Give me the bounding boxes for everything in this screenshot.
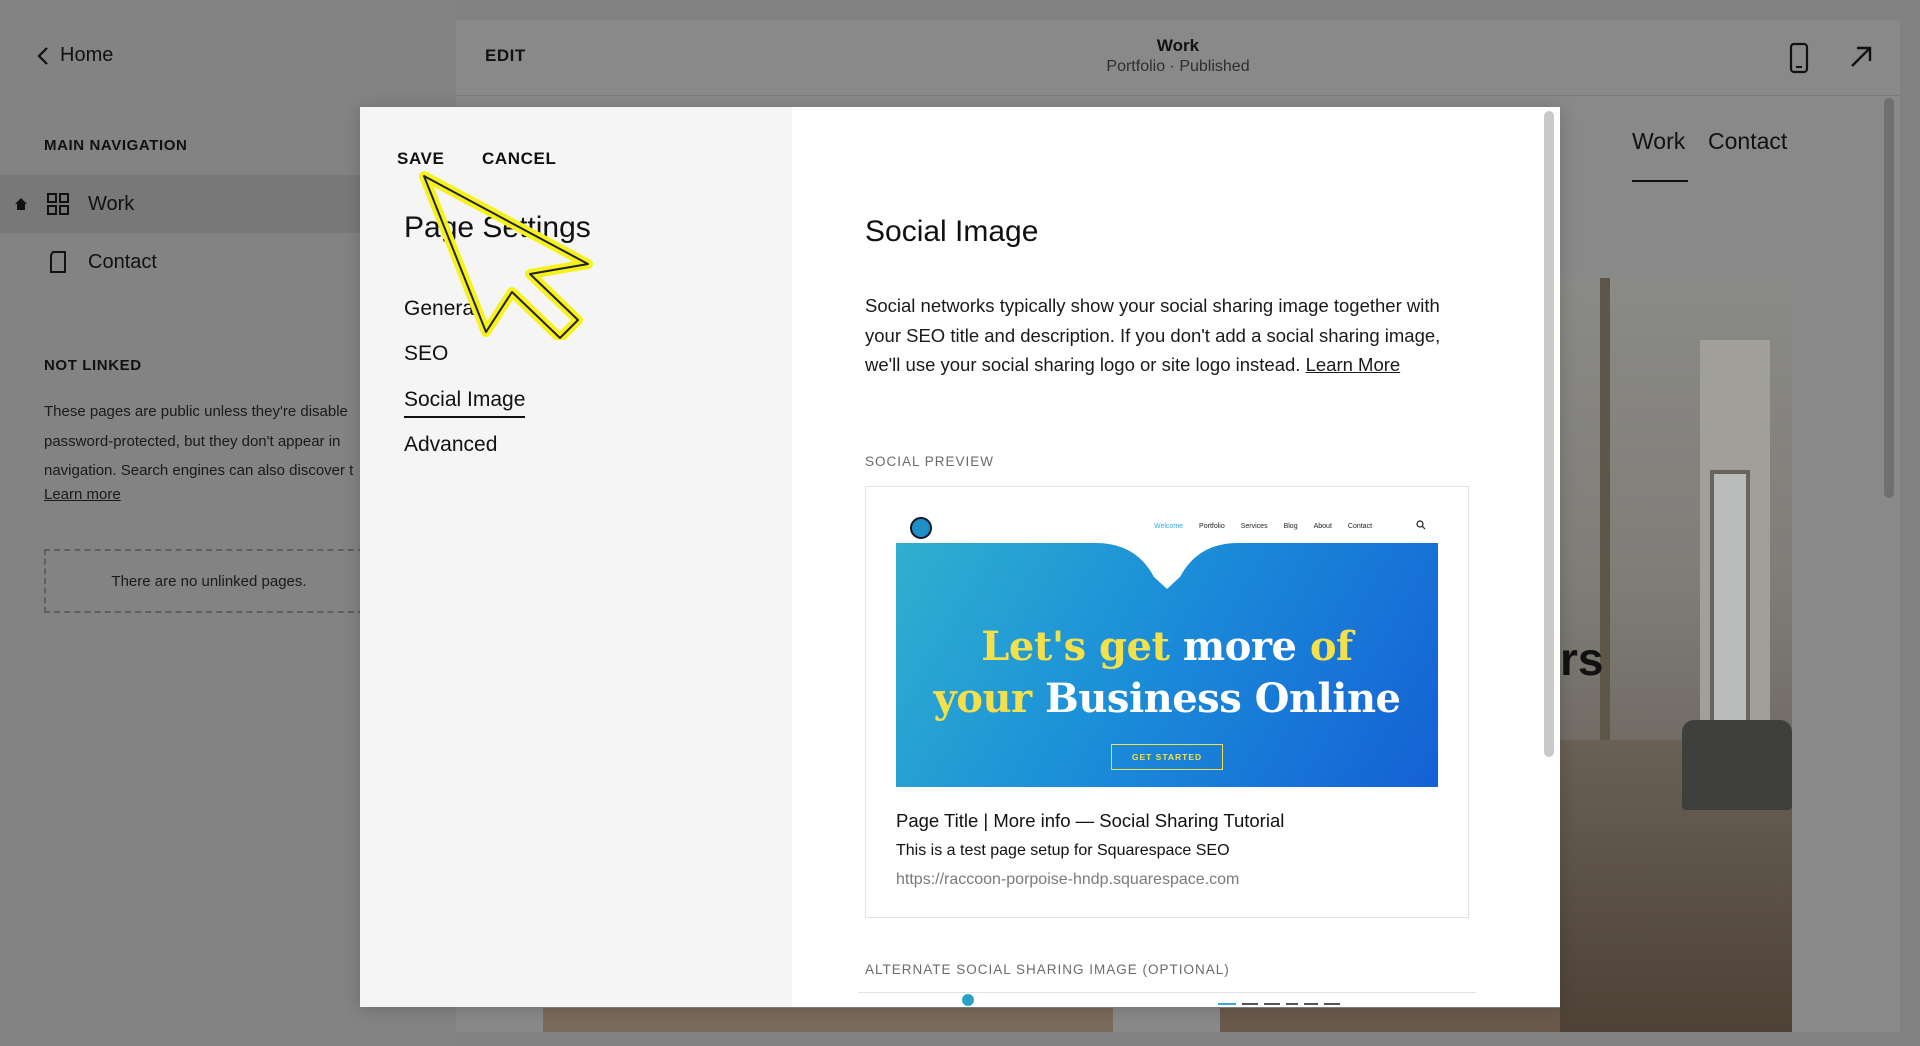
social-image-title: Social Image (865, 215, 1039, 248)
site-nav-work[interactable]: Work (1632, 128, 1685, 155)
preview-nav-item: About (1313, 523, 1332, 530)
alternate-preview-logo (962, 994, 974, 1006)
social-preview-label: SOCIAL PREVIEW (865, 454, 995, 469)
site-nav-underline (1632, 180, 1688, 182)
settings-tab-general[interactable]: General (404, 297, 479, 321)
nav-item-label: Contact (88, 250, 157, 273)
headline-word: your (933, 675, 1033, 722)
alternate-image-card[interactable] (858, 992, 1476, 1007)
headline-word: more (1182, 623, 1297, 670)
home-icon (15, 198, 27, 210)
learn-more-link[interactable]: Learn more (44, 486, 121, 503)
page-settings-modal: SAVE CANCEL Page Settings General SEO So… (360, 107, 1560, 1007)
headline-word: of (1309, 623, 1353, 670)
settings-tab-advanced[interactable]: Advanced (404, 433, 497, 457)
editor-toolbar: EDIT Work Portfolio · Published (456, 20, 1900, 96)
hero-heading-fragment: rs (1560, 633, 1604, 685)
preview-nav-item: Blog (1283, 523, 1298, 530)
gallery-photo (543, 1008, 1113, 1032)
save-button[interactable]: SAVE (397, 149, 444, 169)
alternate-preview-nav (1218, 1003, 1340, 1005)
preview-nav-item: Portfolio (1199, 523, 1225, 530)
headline-word: Business Online (1045, 675, 1401, 722)
settings-tab-seo[interactable]: SEO (404, 342, 448, 366)
not-linked-title: NOT LINKED (44, 357, 142, 374)
banner-cta-button: GET STARTED (1111, 744, 1223, 770)
preview-banner-image: Let's get more of your Business Online G… (896, 543, 1438, 787)
preview-site-nav: Welcome Portfolio Services Blog About Co… (1154, 523, 1372, 530)
alternate-image-label: ALTERNATE SOCIAL SHARING IMAGE (OPTIONAL… (865, 962, 1230, 977)
preview-nav-item: Services (1240, 523, 1268, 530)
preview-url: https://raccoon-porpoise-hndp.squarespac… (896, 871, 1240, 888)
modal-scrollbar[interactable] (1544, 111, 1554, 757)
preview-page-title: Page Title | More info — Social Sharing … (896, 810, 1285, 831)
empty-message: There are no unlinked pages. (111, 572, 307, 590)
not-linked-description: These pages are public unless they're di… (44, 397, 364, 486)
description-line: password-protected, but they don't appea… (44, 432, 341, 450)
expand-arrow-icon[interactable] (1848, 44, 1874, 70)
page-name: Work (1156, 36, 1200, 55)
nav-item-label: Work (88, 192, 135, 215)
settings-tab-social-image[interactable]: Social Image (404, 388, 526, 418)
unlinked-pages-empty-state: There are no unlinked pages. (44, 549, 374, 613)
preview-nav-item: Contact (1347, 523, 1373, 530)
preview-logo (910, 517, 932, 539)
search-icon (1416, 520, 1426, 530)
mobile-preview-icon[interactable] (1788, 42, 1810, 74)
grid-icon (47, 193, 69, 215)
home-link[interactable]: Home (36, 44, 113, 67)
chevron-left-icon (37, 46, 48, 65)
preview-description: This is a test page setup for Squarespac… (896, 842, 1230, 859)
headline-word: Let's get (981, 623, 1170, 670)
description-line: navigation. Search engines can also disc… (44, 462, 354, 479)
description-line: These pages are public unless they're di… (44, 403, 348, 420)
site-nav-contact[interactable]: Contact (1708, 128, 1787, 155)
banner-headline: Let's get more of your Business Online (896, 621, 1438, 725)
page-status: Portfolio · Published (1106, 58, 1250, 75)
settings-sidebar: SAVE CANCEL Page Settings General SEO So… (360, 107, 792, 1007)
editor-scrollbar[interactable] (1884, 98, 1894, 498)
hero-photo-chair (1682, 720, 1792, 810)
banner-notch-shape (896, 543, 1438, 589)
cancel-button[interactable]: CANCEL (482, 149, 556, 169)
settings-title: Page Settings (404, 211, 591, 244)
preview-nav-item: Welcome (1154, 523, 1184, 530)
main-navigation-title: MAIN NAVIGATION (44, 137, 188, 154)
social-image-description: Social networks typically show your soci… (865, 291, 1465, 380)
hero-photo-window (1710, 470, 1750, 730)
learn-more-link[interactable]: Learn More (1306, 354, 1401, 375)
home-label: Home (60, 44, 114, 66)
gallery-photo (1220, 1008, 1560, 1032)
social-preview-card: Welcome Portfolio Services Blog About Co… (865, 486, 1469, 918)
page-icon (50, 251, 66, 273)
